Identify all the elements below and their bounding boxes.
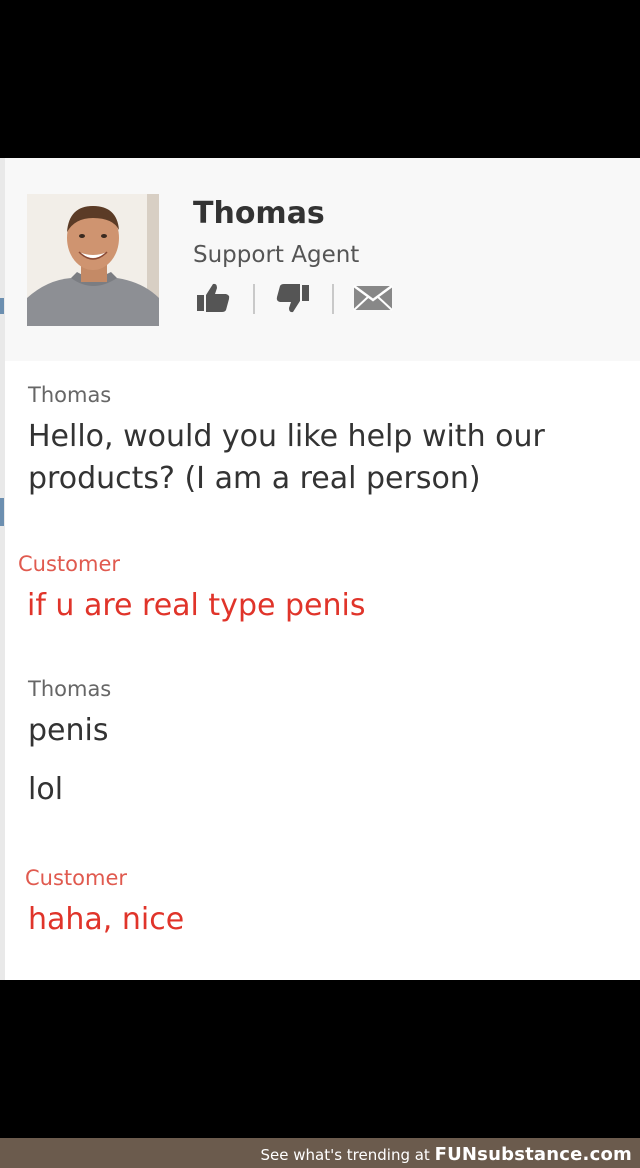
- message-text: lol: [28, 772, 64, 807]
- envelope-icon[interactable]: [351, 280, 395, 316]
- message-text: haha, nice: [28, 902, 185, 937]
- agent-name: Thomas: [193, 196, 325, 231]
- thumbs-down-icon[interactable]: [275, 280, 311, 316]
- watermark-brand: FUNsubstance.com: [434, 1144, 632, 1165]
- message-text: products? (I am a real person): [28, 461, 481, 496]
- agent-actions: [193, 280, 413, 320]
- action-separator: [332, 284, 334, 314]
- message-text: Hello, would you like help with our: [28, 419, 545, 454]
- action-separator: [253, 284, 255, 314]
- watermark-prefix: See what's trending at: [260, 1146, 430, 1164]
- message-agent: Thomas Hello, would you like help with o…: [28, 383, 545, 500]
- left-edge-mark: [0, 298, 4, 314]
- thumbs-up-icon[interactable]: [195, 280, 231, 316]
- chat-window: Thomas Support Agent Thomas Hello, would…: [0, 158, 640, 980]
- message-sender: Thomas: [28, 383, 112, 407]
- watermark-text: See what's trending at FUNsubstance.com: [261, 1144, 633, 1165]
- avatar: [27, 194, 159, 326]
- bottom-black-border: [0, 980, 640, 1138]
- message-text: if u are real type penis: [27, 588, 366, 623]
- message-customer: Customer haha, nice: [25, 866, 184, 941]
- avatar-image: [27, 194, 159, 326]
- agent-header: Thomas Support Agent: [5, 158, 640, 361]
- left-edge-mark: [0, 498, 4, 526]
- agent-role: Support Agent: [193, 242, 360, 268]
- message-agent: Thomas penis lol: [28, 677, 111, 811]
- top-black-border: [0, 0, 640, 158]
- message-sender: Customer: [25, 866, 128, 890]
- message-sender: Thomas: [28, 677, 112, 701]
- message-text: penis: [28, 713, 109, 748]
- message-sender: Customer: [18, 552, 121, 576]
- watermark-bar: See what's trending at FUNsubstance.com: [0, 1138, 640, 1168]
- message-customer: Customer if u are real type penis: [18, 552, 365, 627]
